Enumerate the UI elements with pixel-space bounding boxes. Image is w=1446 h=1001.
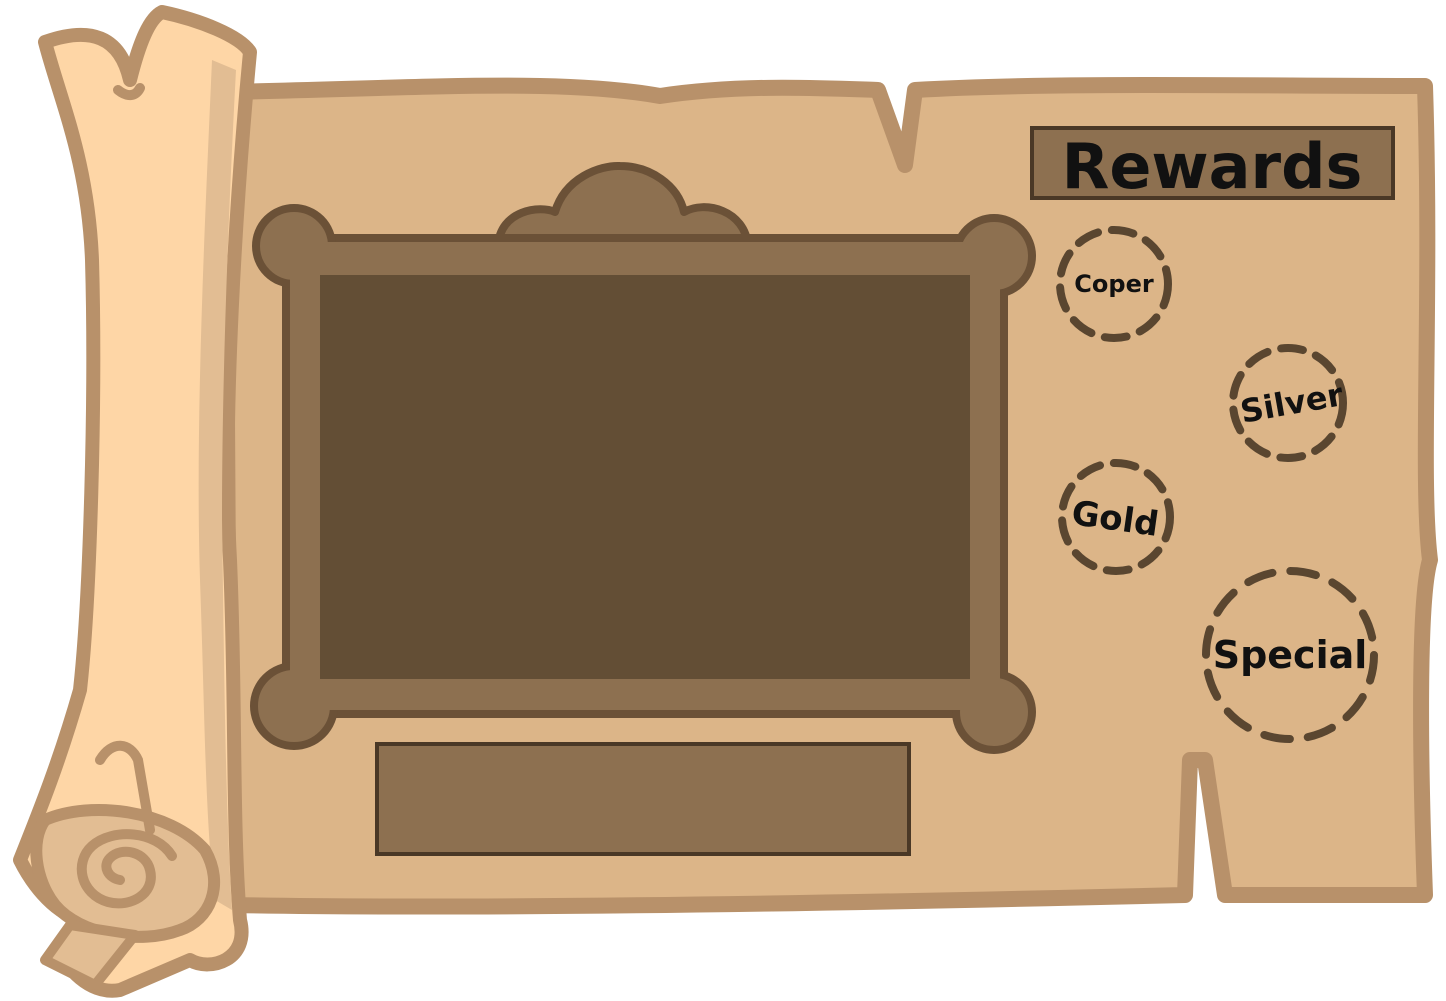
rewards-title: Rewards [1062,130,1363,203]
display-frame [250,161,1036,754]
reward-slot-coper-label: Coper [1074,270,1154,298]
rewards-banner: Rewards [1030,126,1395,203]
scroll-rod [13,5,257,998]
display-screen[interactable] [320,275,970,679]
spiral-knot-base [30,804,220,943]
caption-bar[interactable] [375,742,911,856]
reward-slot-special-label: Special [1213,633,1368,677]
reward-board-scene: Rewards Coper Silver Gold Special [13,5,1438,998]
